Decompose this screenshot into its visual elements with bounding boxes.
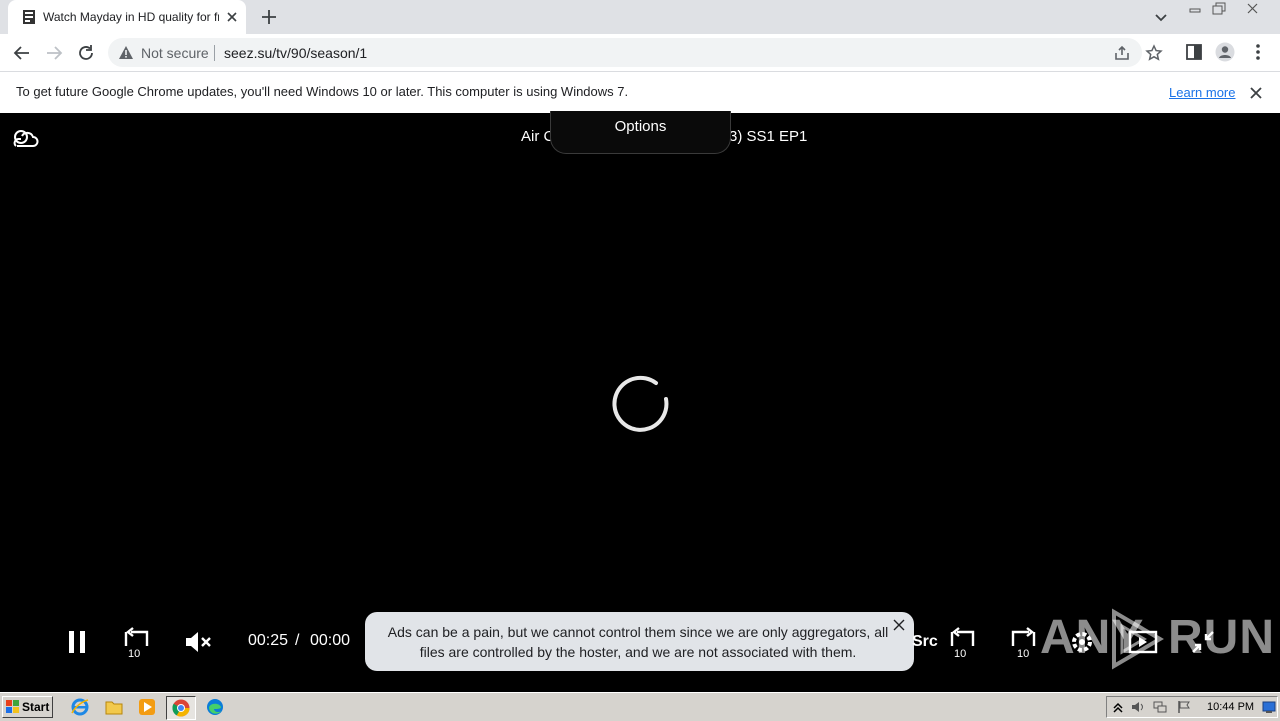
system-clock[interactable]: 10:44 PM <box>1207 701 1254 713</box>
loading-spinner-icon <box>608 371 672 435</box>
tab-search-chevron-icon[interactable] <box>1152 9 1170 27</box>
chrome-icon <box>171 698 191 718</box>
forward-10-icon[interactable]: 10 <box>1007 626 1037 658</box>
svg-text:10: 10 <box>1017 648 1029 658</box>
start-button[interactable]: Start <box>2 696 53 718</box>
video-title-end: 3) SS1 EP1 <box>729 128 808 145</box>
update-infobar: To get future Google Chrome updates, you… <box>0 71 1280 114</box>
warning-triangle-icon[interactable] <box>118 45 134 61</box>
bookmark-star-icon[interactable] <box>1145 44 1163 62</box>
chrome-taskbar-button[interactable] <box>166 696 196 720</box>
svg-text:10: 10 <box>128 648 140 658</box>
browser-toolbar: Not secure seez.su/tv/90/season/1 <box>0 34 1280 71</box>
new-tab-icon[interactable] <box>259 7 279 27</box>
svg-text:10: 10 <box>954 648 966 658</box>
options-dropdown[interactable]: Options <box>550 111 731 154</box>
infobar-message: To get future Google Chrome updates, you… <box>16 84 629 99</box>
reload-icon[interactable] <box>75 42 97 64</box>
learn-more-link[interactable]: Learn more <box>1169 85 1235 100</box>
restore-icon[interactable] <box>1208 1 1230 17</box>
replay-10-icon[interactable]: 10 <box>949 626 979 658</box>
close-window-icon[interactable] <box>1242 1 1264 17</box>
ad-disclaimer-popup: Ads can be a pain, but we cannot control… <box>365 612 914 671</box>
rewind-10-icon[interactable]: 10 <box>123 626 153 658</box>
media-player-icon[interactable] <box>137 697 157 717</box>
tab-title: Watch Mayday in HD quality for free <box>43 10 219 24</box>
tab-close-icon[interactable] <box>224 9 240 25</box>
duration: 00:00 <box>310 632 351 649</box>
url-divider <box>214 45 215 61</box>
internet-explorer-icon[interactable] <box>70 697 90 717</box>
current-time: 00:25 <box>248 632 289 649</box>
infobar-close-icon[interactable] <box>1248 85 1264 101</box>
watermark-right: RUN <box>1168 611 1275 664</box>
volume-tray-icon[interactable] <box>1131 700 1145 714</box>
taskbar: Start 10:44 PM <box>0 692 1280 721</box>
profile-avatar-icon[interactable] <box>1215 42 1235 62</box>
show-desktop-icon[interactable] <box>1262 700 1276 714</box>
side-panel-icon[interactable] <box>1184 42 1204 62</box>
minimize-icon[interactable] <box>1184 1 1206 17</box>
back-arrow-icon[interactable] <box>11 42 33 64</box>
ad-close-icon[interactable] <box>892 618 906 632</box>
address-bar[interactable]: Not secure seez.su/tv/90/season/1 <box>108 38 1163 67</box>
show-hidden-icons-icon[interactable] <box>1111 700 1125 714</box>
file-explorer-icon[interactable] <box>104 697 124 717</box>
action-center-flag-icon[interactable] <box>1177 700 1191 714</box>
system-tray: 10:44 PM <box>1106 696 1278 718</box>
video-player[interactable]: Air C 3) SS1 EP1 Options 10 00:25 / 00:0… <box>0 111 1280 692</box>
time-separator: / <box>295 632 300 649</box>
volume-muted-icon[interactable] <box>184 629 212 655</box>
url-text[interactable]: seez.su/tv/90/season/1 <box>224 45 367 61</box>
windows-flag-icon <box>6 700 20 714</box>
network-tray-icon[interactable] <box>1153 700 1167 714</box>
site-favicon-icon <box>21 9 37 25</box>
cloud-icon[interactable] <box>11 127 39 149</box>
pause-icon[interactable] <box>66 629 88 655</box>
options-label[interactable]: Options <box>551 118 730 135</box>
source-button[interactable]: Src <box>912 633 938 651</box>
browser-tab[interactable]: Watch Mayday in HD quality for free <box>8 0 246 34</box>
ad-disclaimer-text: Ads can be a pain, but we cannot control… <box>387 624 889 660</box>
edge-icon[interactable] <box>205 697 225 717</box>
browser-titlebar: Watch Mayday in HD quality for free <box>0 0 1280 34</box>
chrome-menu-icon[interactable] <box>1248 42 1268 62</box>
start-label: Start <box>22 700 50 714</box>
watermark-play-logo-icon <box>1108 608 1166 670</box>
forward-arrow-icon[interactable] <box>43 42 65 64</box>
share-icon[interactable] <box>1113 44 1131 62</box>
security-label[interactable]: Not secure <box>141 45 209 61</box>
